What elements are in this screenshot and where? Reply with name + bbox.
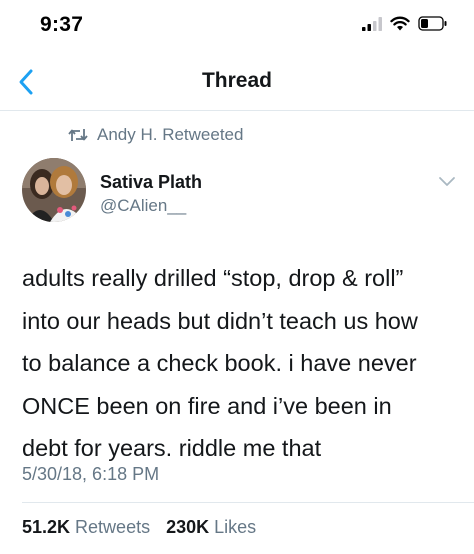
tweet-stats: 51.2K Retweets 230K Likes bbox=[22, 517, 266, 538]
tweet-text-line: adults really drilled “stop, drop & roll… bbox=[22, 265, 404, 291]
divider bbox=[22, 502, 474, 503]
chevron-down-icon[interactable] bbox=[438, 176, 456, 188]
likes-count: 230K bbox=[166, 517, 210, 537]
status-icons bbox=[362, 16, 448, 31]
signal-icon bbox=[362, 16, 382, 31]
retweets-count: 51.2K bbox=[22, 517, 71, 537]
tweet-text-line: to balance a check book. i have never bbox=[22, 350, 417, 376]
nav-bar: Thread bbox=[0, 52, 474, 111]
display-name[interactable]: Sativa Plath bbox=[100, 172, 202, 193]
page-title: Thread bbox=[201, 69, 272, 92]
status-bar: 9:37 bbox=[0, 0, 474, 52]
tweet-timestamp: 5/30/18, 6:18 PM bbox=[22, 464, 160, 484]
user-handle[interactable]: @CAlien__ bbox=[100, 196, 186, 216]
wifi-icon bbox=[390, 16, 410, 31]
retweets-label: Retweets bbox=[75, 517, 151, 537]
status-time: 9:37 bbox=[40, 13, 84, 36]
avatar-photo bbox=[22, 158, 86, 222]
tweet-text-line: into our heads but didn’t teach us how bbox=[22, 307, 418, 334]
battery-icon bbox=[418, 16, 447, 31]
retweet-context[interactable]: Andy H. Retweeted bbox=[68, 125, 243, 145]
tweet-text-line: ONCE been on fire and i’ve been in bbox=[22, 392, 392, 419]
retweet-icon bbox=[68, 129, 88, 141]
retweets-stat[interactable]: 51.2K Retweets bbox=[22, 517, 150, 538]
likes-label: Likes bbox=[214, 517, 257, 537]
retweet-context-label: Andy H. Retweeted bbox=[97, 125, 244, 144]
avatar[interactable] bbox=[22, 158, 86, 222]
likes-stat[interactable]: 230K Likes bbox=[166, 517, 256, 538]
tweet-text: adults really drilled “stop, drop & roll… bbox=[22, 257, 462, 470]
